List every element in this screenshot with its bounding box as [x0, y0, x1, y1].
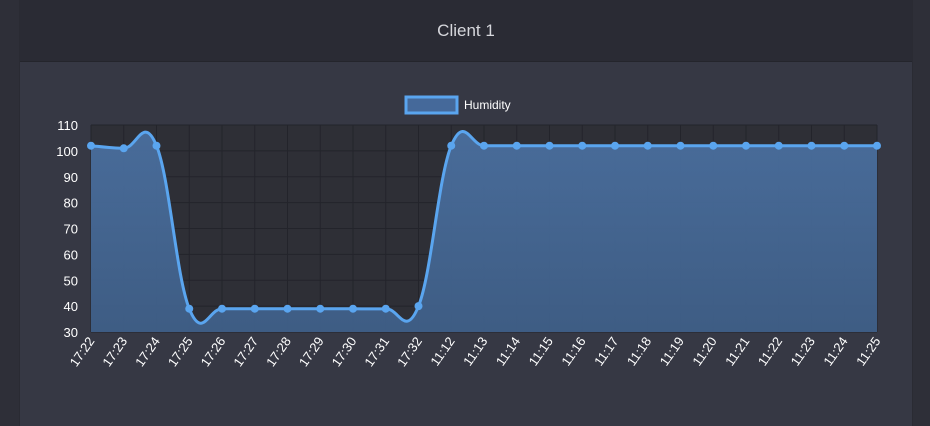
x-tick-label: 11:17: [591, 334, 621, 368]
data-point-1724[interactable]: [152, 141, 161, 150]
data-point-1113[interactable]: [480, 141, 488, 150]
x-tick-label: 11:13: [460, 334, 490, 368]
y-tick-label: 30: [64, 325, 78, 340]
data-point-1119[interactable]: [676, 141, 685, 150]
legend-label-humidity[interactable]: Humidity: [464, 98, 511, 112]
y-axis: 110 100 90 80 70 60 50 40 30: [56, 118, 78, 340]
data-point-1722[interactable]: [87, 141, 95, 150]
x-tick-label: 17:28: [263, 334, 294, 369]
data-point-1118[interactable]: [643, 141, 652, 150]
x-tick-label: 11:18: [624, 334, 654, 368]
x-tick-label: 11:23: [788, 334, 818, 368]
y-tick-label: 100: [56, 144, 78, 159]
y-tick-label: 40: [64, 299, 78, 314]
x-tick-label: 17:27: [230, 334, 261, 369]
x-tick-label: 17:25: [165, 334, 196, 369]
x-tick-label: 17:29: [296, 334, 327, 369]
x-tick-label: 17:30: [329, 334, 360, 369]
x-tick-label: 11:16: [558, 334, 588, 368]
x-tick-label: 17:23: [99, 334, 130, 369]
data-point-1112[interactable]: [447, 141, 456, 150]
data-point-1123[interactable]: [807, 141, 816, 150]
legend-swatch-humidity[interactable]: [404, 95, 459, 115]
x-tick-label: 11:14: [493, 334, 523, 368]
data-point-1116[interactable]: [578, 141, 587, 150]
x-tick-label: 11:15: [526, 334, 556, 368]
data-point-1729[interactable]: [316, 304, 325, 313]
y-tick-label: 60: [64, 247, 78, 262]
x-tick-label: 11:25: [853, 334, 883, 368]
x-tick-label: 17:24: [132, 334, 163, 369]
data-point-1730[interactable]: [349, 304, 357, 313]
data-point-1121[interactable]: [742, 141, 750, 150]
y-tick-label: 50: [64, 273, 78, 288]
legend[interactable]: Humidity: [404, 95, 511, 115]
data-point-1120[interactable]: [709, 141, 718, 150]
data-point-1728[interactable]: [283, 304, 292, 313]
x-tick-label: 11:24: [820, 334, 850, 368]
data-point-1125[interactable]: [873, 141, 881, 150]
y-tick-label: 80: [64, 196, 78, 211]
x-tick-label: 11:21: [722, 334, 752, 368]
data-point-1114[interactable]: [512, 141, 521, 150]
y-tick-label: 70: [64, 222, 78, 237]
x-tick-label: 11:22: [755, 334, 785, 368]
y-tick-label: 110: [57, 118, 78, 133]
data-point-1117[interactable]: [611, 141, 619, 150]
humidity-chart: 110 100 90 80 70 60 50 40 30 17:22 17:23 17:24 17:2…: [56, 95, 884, 369]
data-point-1727[interactable]: [250, 304, 259, 313]
x-tick-label: 11:12: [427, 334, 457, 368]
data-point-1122[interactable]: [774, 141, 783, 150]
x-tick-label: 11:20: [689, 334, 719, 368]
data-point-1731[interactable]: [381, 304, 390, 313]
data-point-1124[interactable]: [840, 141, 849, 150]
x-tick-label: 17:32: [394, 334, 425, 369]
x-tick-label: 17:31: [361, 334, 392, 369]
x-tick-label: 11:19: [657, 334, 687, 368]
x-tick-label: 17:26: [198, 334, 229, 369]
data-point-1725[interactable]: [185, 304, 194, 313]
data-point-1115[interactable]: [545, 141, 554, 150]
y-tick-label: 90: [64, 170, 78, 185]
x-axis: 17:22 17:23 17:24 17:25 17:26 17:27 17:28 17:29…: [67, 334, 884, 369]
data-point-1723[interactable]: [119, 144, 128, 153]
data-point-1732[interactable]: [414, 302, 423, 311]
data-point-1726[interactable]: [218, 304, 226, 313]
